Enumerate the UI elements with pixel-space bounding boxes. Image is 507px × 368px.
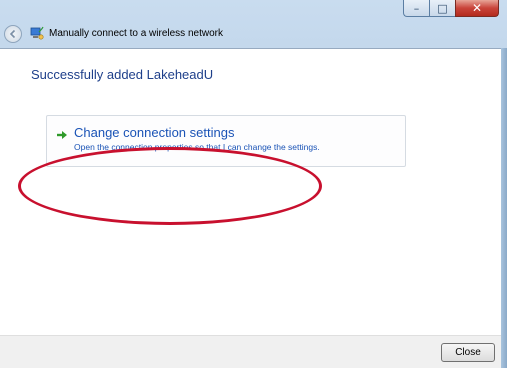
option-description: Open the connection properties so that I…: [74, 142, 320, 152]
window-controls: – □ ✕: [403, 0, 499, 17]
maximize-button[interactable]: □: [429, 0, 455, 17]
back-arrow-icon: [9, 29, 16, 39]
minimize-icon: –: [413, 1, 420, 15]
close-window-button[interactable]: ✕: [455, 0, 499, 17]
minimize-button[interactable]: –: [403, 0, 429, 17]
back-button[interactable]: [4, 25, 22, 43]
footer-bar: Close: [0, 335, 501, 368]
close-button[interactable]: Close: [441, 343, 495, 362]
change-connection-settings-option[interactable]: Change connection settings Open the conn…: [46, 115, 406, 167]
window-title: Manually connect to a wireless network: [49, 28, 223, 39]
maximize-icon: □: [437, 1, 448, 15]
dialog-window: – □ ✕ Manually connect to a wireless net…: [0, 0, 507, 368]
title-bar: – □ ✕ Manually connect to a wireless net…: [0, 0, 507, 48]
close-icon: ✕: [471, 1, 483, 15]
window-border: [501, 48, 507, 368]
page-title: Successfully added LakeheadU: [31, 67, 214, 82]
green-arrow-icon: [57, 131, 67, 139]
content-area: Successfully added LakeheadU Change conn…: [0, 48, 501, 336]
wireless-network-icon: [30, 26, 44, 40]
option-title: Change connection settings: [74, 125, 235, 140]
